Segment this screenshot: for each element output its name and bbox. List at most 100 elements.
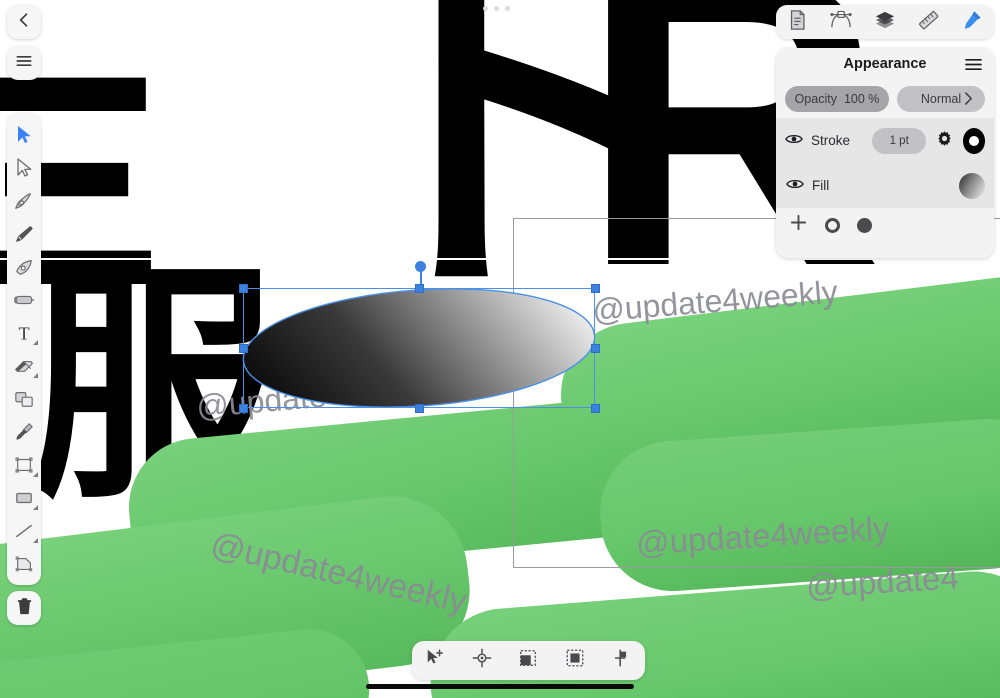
resize-handle-top-center[interactable]	[415, 284, 424, 293]
svg-text:T: T	[18, 323, 29, 343]
select-add-button[interactable]	[416, 645, 454, 677]
line-tool[interactable]	[7, 514, 41, 547]
center-point-button[interactable]	[463, 645, 501, 677]
artboard-bottom-guide	[513, 567, 1000, 568]
paintbrush-icon	[16, 259, 32, 275]
roller-tool[interactable]	[7, 283, 41, 316]
resize-handle-bottom-left[interactable]	[239, 404, 248, 413]
eye-icon	[785, 177, 804, 195]
context-toolbar[interactable]	[412, 641, 645, 680]
shape-builder-tool[interactable]	[7, 382, 41, 415]
pen-tool[interactable]	[7, 184, 41, 217]
rectangle-icon	[16, 492, 32, 503]
tab-document[interactable]	[779, 7, 817, 37]
trash-icon	[15, 596, 34, 621]
overlapping-squares-icon	[15, 391, 33, 407]
stroke-visibility-toggle[interactable]	[785, 132, 803, 150]
submenu-indicator-icon	[33, 505, 38, 510]
stroke-color-swatch[interactable]	[962, 127, 985, 154]
folded-corner-shape-icon	[15, 556, 33, 571]
move-tool[interactable]	[7, 118, 41, 151]
selection-bounding-box	[243, 288, 595, 408]
square-fill-inset-icon	[565, 648, 585, 673]
eye-icon	[785, 132, 803, 150]
square-fill-partial-icon	[518, 648, 538, 673]
bezier-node-icon	[829, 10, 853, 35]
line-diagonal-icon	[16, 524, 32, 537]
fill-row[interactable]: Fill	[776, 163, 994, 208]
resize-handle-mid-right[interactable]	[591, 344, 600, 353]
right-panel-tab-bar[interactable]	[776, 5, 994, 39]
document-icon	[788, 9, 807, 36]
app-root: Ξ ト R 服 @update4weekly @update4weekly @u…	[0, 0, 1000, 698]
tab-node[interactable]	[822, 7, 860, 37]
brush-tool[interactable]	[7, 250, 41, 283]
paint-roller-icon	[13, 295, 34, 304]
transform-tool[interactable]	[7, 448, 41, 481]
blend-mode-selector[interactable]: Normal	[897, 86, 985, 112]
submenu-indicator-icon	[33, 472, 38, 477]
resize-handle-top-right[interactable]	[591, 284, 600, 293]
node-tool[interactable]	[7, 151, 41, 184]
plus-icon	[789, 214, 808, 236]
layers-stack-icon	[874, 10, 896, 35]
submenu-indicator-icon	[33, 340, 38, 345]
tab-ruler[interactable]	[910, 7, 948, 37]
tools-palette[interactable]: T	[7, 113, 41, 585]
opacity-control[interactable]: Opacity 100 %	[785, 86, 889, 112]
text-tool[interactable]: T	[7, 316, 41, 349]
resize-handle-top-left[interactable]	[239, 284, 248, 293]
opacity-label: Opacity	[794, 92, 837, 106]
stroke-width-control[interactable]: 1 pt	[872, 127, 926, 154]
pencil-icon	[16, 225, 33, 242]
stroke-settings-button[interactable]	[934, 130, 955, 152]
resize-handle-mid-left[interactable]	[239, 344, 248, 353]
pencil-tool[interactable]	[7, 217, 41, 250]
fill-visibility-toggle[interactable]	[785, 177, 804, 195]
text-T-icon: T	[18, 323, 29, 343]
chevron-right-icon	[964, 91, 973, 109]
eraser-tool[interactable]	[7, 349, 41, 382]
fill-label: Fill	[812, 178, 830, 193]
fill-color-swatch[interactable]	[959, 172, 985, 199]
pen-nib-icon	[15, 192, 31, 209]
add-appearance-button[interactable]	[789, 213, 808, 237]
panel-menu-button[interactable]	[964, 57, 983, 77]
three-dots-handle-icon[interactable]	[483, 6, 510, 11]
ruler-icon	[917, 9, 940, 36]
pin-snap-button[interactable]	[603, 645, 641, 677]
delete-button[interactable]	[7, 591, 41, 625]
blend-mode-value: Normal	[920, 92, 962, 106]
cursor-arrow-outline-icon	[16, 158, 31, 177]
tab-appearance[interactable]	[953, 7, 991, 37]
attributes-section: Stroke 1 pt Fill	[776, 118, 994, 208]
pin-flag-icon	[612, 648, 632, 673]
tab-layers[interactable]	[866, 7, 904, 37]
add-stroke-button[interactable]	[825, 217, 840, 233]
rotation-handle[interactable]	[415, 261, 426, 272]
opacity-blend-row: Opacity 100 % Normal	[776, 80, 994, 118]
eyedropper-tool[interactable]	[7, 415, 41, 448]
back-button[interactable]	[7, 5, 41, 39]
chevron-left-icon	[14, 10, 34, 35]
appearance-panel[interactable]: Appearance Opacity 100 % Normal Stroke 1…	[776, 48, 994, 258]
home-indicator	[366, 684, 634, 689]
panel-title: Appearance	[843, 56, 927, 72]
crosshair-target-icon	[472, 648, 492, 673]
transform-frame-icon	[15, 456, 33, 473]
submenu-indicator-icon	[33, 373, 38, 378]
stroke-select-button[interactable]	[556, 645, 594, 677]
resize-handle-bottom-right[interactable]	[591, 404, 600, 413]
selected-ellipse-group[interactable]	[238, 258, 600, 413]
stroke-row[interactable]: Stroke 1 pt	[776, 118, 994, 163]
add-fill-button[interactable]	[857, 217, 872, 233]
opacity-value: 100 %	[843, 92, 880, 106]
resize-handle-bottom-center[interactable]	[415, 404, 424, 413]
main-menu-button[interactable]	[7, 46, 41, 80]
corner-shape-tool[interactable]	[7, 547, 41, 580]
rectangle-tool[interactable]	[7, 481, 41, 514]
stroke-label: Stroke	[811, 133, 851, 148]
appearance-panel-header: Appearance	[776, 48, 994, 80]
fill-select-button[interactable]	[509, 645, 547, 677]
appearance-panel-footer[interactable]	[776, 208, 994, 242]
